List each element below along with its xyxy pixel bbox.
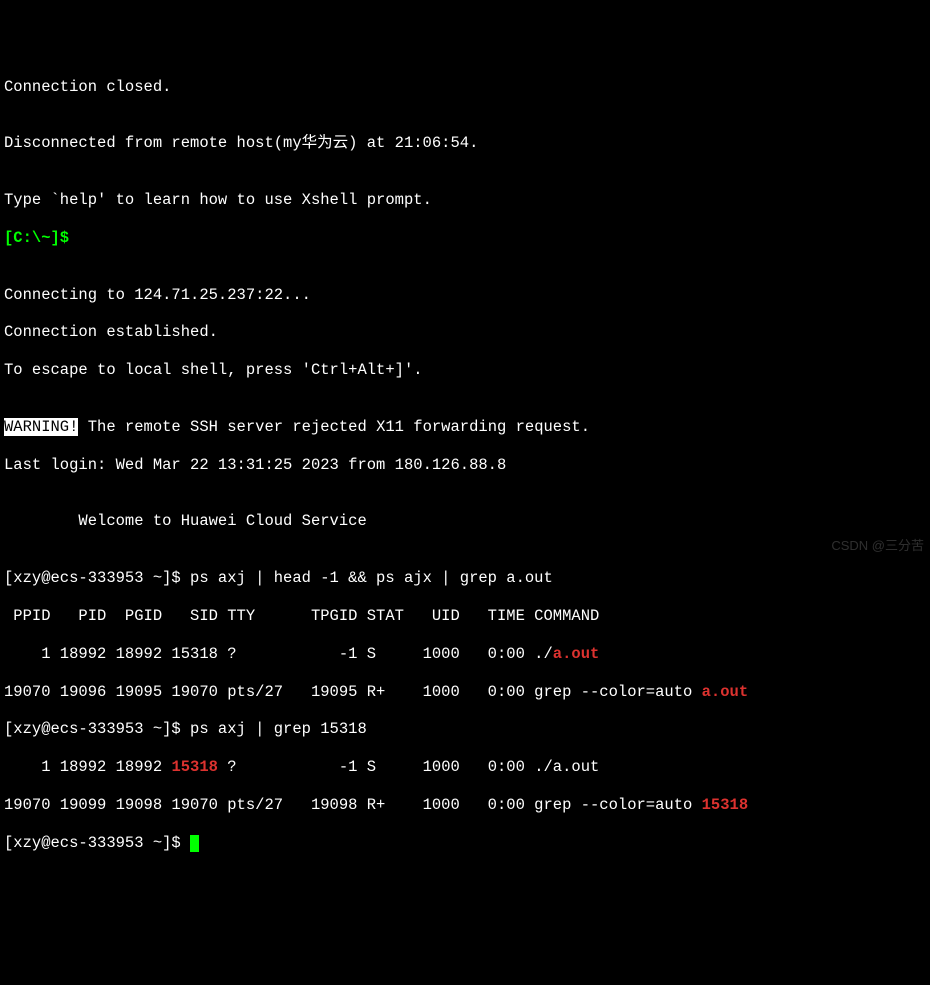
local-prompt-line: [C:\~]$ (4, 229, 926, 248)
local-prompt[interactable]: [C:\~]$ (4, 229, 69, 247)
warning-line: WARNING! The remote SSH server rejected … (4, 418, 926, 437)
ps-row: 19070 19099 19098 19070 pts/27 19098 R+ … (4, 796, 926, 815)
ps-row: 1 18992 18992 15318 ? -1 S 1000 0:00 ./a… (4, 645, 926, 664)
ps-header: PPID PID PGID SID TTY TPGID STAT UID TIM… (4, 607, 926, 626)
warning-text: The remote SSH server rejected X11 forwa… (78, 418, 590, 436)
ps-row-text: ? -1 S 1000 0:00 ./a.out (218, 758, 599, 776)
command-line: [xzy@ecs-333953 ~]$ ps axj | head -1 && … (4, 569, 926, 588)
ps-row-text: 1 18992 18992 (4, 758, 171, 776)
last-login: Last login: Wed Mar 22 13:31:25 2023 fro… (4, 456, 926, 475)
term-line: To escape to local shell, press 'Ctrl+Al… (4, 361, 926, 380)
prompt-line[interactable]: [xzy@ecs-333953 ~]$ (4, 834, 926, 853)
term-line: Connecting to 124.71.25.237:22... (4, 286, 926, 305)
cursor-icon (190, 835, 199, 852)
match-text: a.out (702, 683, 749, 701)
command-line: [xzy@ecs-333953 ~]$ ps axj | grep 15318 (4, 720, 926, 739)
welcome-banner: Welcome to Huawei Cloud Service (4, 512, 926, 531)
term-line: Disconnected from remote host(my华为云) at … (4, 134, 926, 153)
term-line: Type `help' to learn how to use Xshell p… (4, 191, 926, 210)
ps-row-text: 19070 19099 19098 19070 pts/27 19098 R+ … (4, 796, 702, 814)
match-text: 15318 (702, 796, 749, 814)
match-text: 15318 (171, 758, 218, 776)
ps-row: 19070 19096 19095 19070 pts/27 19095 R+ … (4, 683, 926, 702)
shell-prompt: [xzy@ecs-333953 ~]$ (4, 834, 190, 852)
term-line: Connection established. (4, 323, 926, 342)
ps-row-text: 19070 19096 19095 19070 pts/27 19095 R+ … (4, 683, 702, 701)
ps-row: 1 18992 18992 15318 ? -1 S 1000 0:00 ./a… (4, 758, 926, 777)
ps-row-text: 1 18992 18992 15318 ? -1 S 1000 0:00 ./ (4, 645, 553, 663)
watermark: CSDN @三分苦 (831, 538, 924, 554)
warning-label: WARNING! (4, 418, 78, 436)
term-line: Connection closed. (4, 78, 926, 97)
match-text: a.out (553, 645, 600, 663)
